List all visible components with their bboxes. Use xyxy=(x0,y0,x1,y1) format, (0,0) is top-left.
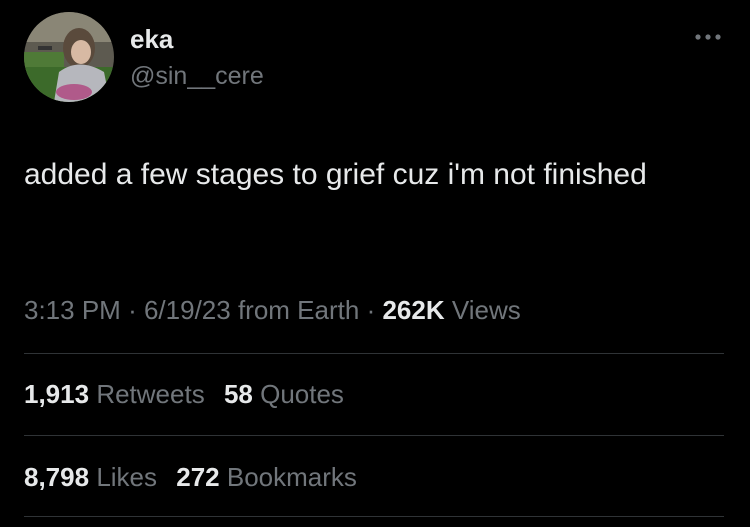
tweet-time[interactable]: 3:13 PM xyxy=(24,295,121,325)
tweet-date[interactable]: 6/19/23 xyxy=(144,295,231,325)
quotes-count: 58 xyxy=(223,379,253,409)
bookmarks-stat[interactable]: 272 Bookmarks xyxy=(176,462,357,492)
author-handle[interactable]: @sin__cere xyxy=(130,62,264,91)
views-count: 262K xyxy=(382,295,445,325)
divider xyxy=(24,516,724,517)
retweets-count: 1,913 xyxy=(24,379,90,409)
divider xyxy=(24,435,724,436)
quotes-label: Quotes xyxy=(260,379,344,409)
retweets-stat[interactable]: 1,913 Retweets xyxy=(24,379,212,409)
meta-separator: · xyxy=(128,295,137,325)
tweet-source: from Earth xyxy=(237,295,360,325)
bookmarks-label: Bookmarks xyxy=(226,462,357,492)
avatar[interactable] xyxy=(24,12,114,102)
views-label: Views xyxy=(451,295,521,325)
likes-label: Likes xyxy=(96,462,158,492)
more-options-icon xyxy=(695,34,721,40)
stats-row-shares: 1,913 Retweets 58 Quotes xyxy=(24,379,356,410)
likes-stat[interactable]: 8,798 Likes xyxy=(24,462,164,492)
retweets-label: Retweets xyxy=(96,379,205,409)
avatar-photo xyxy=(24,12,114,102)
divider xyxy=(24,353,724,354)
stats-row-engagement: 8,798 Likes 272 Bookmarks xyxy=(24,462,369,493)
meta-separator: · xyxy=(366,295,376,325)
tweet-text: added a few stages to grief cuz i'm not … xyxy=(24,158,647,191)
tweet-meta: 3:13 PM · 6/19/23 from Earth · 262K View… xyxy=(24,295,521,326)
more-options-button[interactable] xyxy=(693,30,723,42)
author-name[interactable]: eka xyxy=(130,24,173,55)
bookmarks-count: 272 xyxy=(176,462,220,492)
quotes-stat[interactable]: 58 Quotes xyxy=(224,379,344,409)
likes-count: 8,798 xyxy=(24,462,90,492)
